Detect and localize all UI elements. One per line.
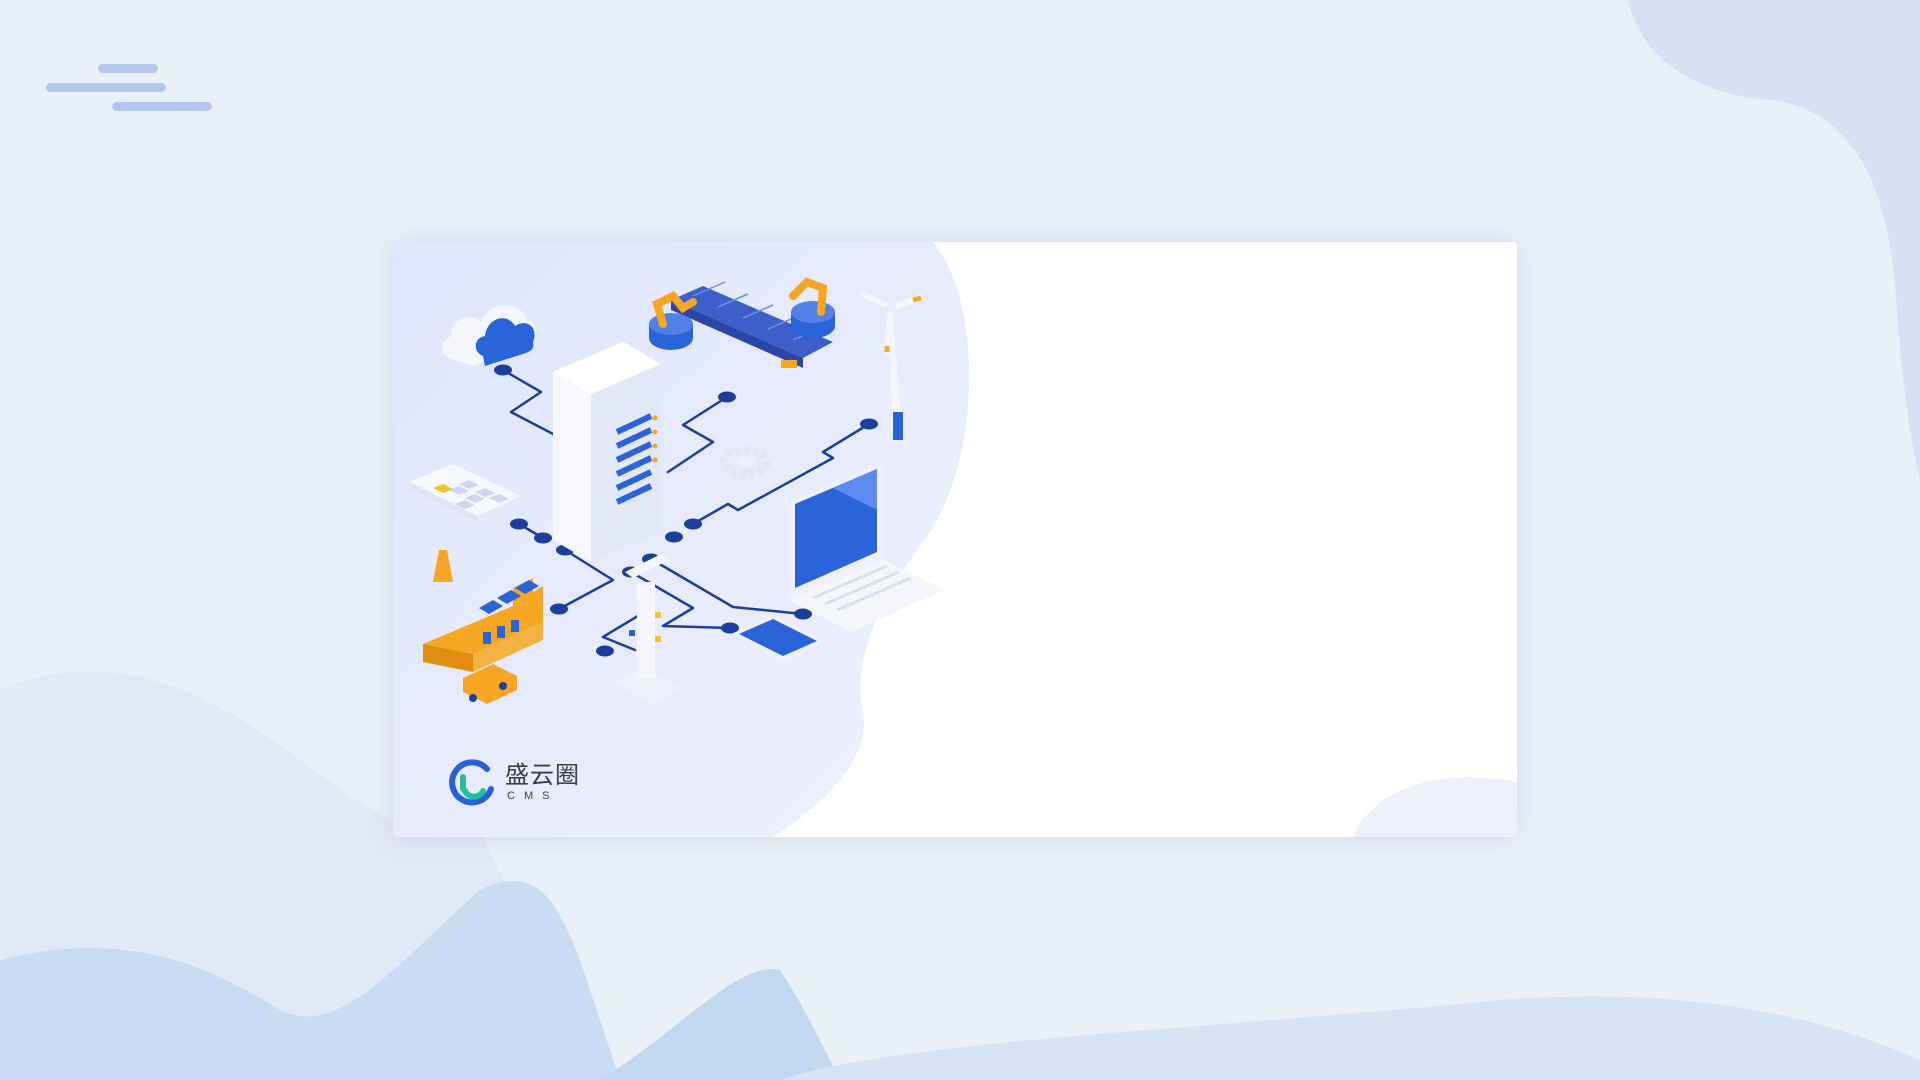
login-card: 盛云圈 CMS [393, 242, 1517, 837]
brand-logo: 盛云圈 CMS [443, 754, 580, 810]
brand-subtitle: CMS [507, 789, 559, 802]
login-form-area [973, 242, 1517, 837]
decorative-dash [98, 64, 158, 73]
decorative-dash [46, 83, 166, 92]
logo-icon [449, 759, 494, 806]
brand-name: 盛云圈 [505, 760, 580, 789]
server-icon [553, 342, 661, 562]
decorative-dash [112, 102, 212, 111]
